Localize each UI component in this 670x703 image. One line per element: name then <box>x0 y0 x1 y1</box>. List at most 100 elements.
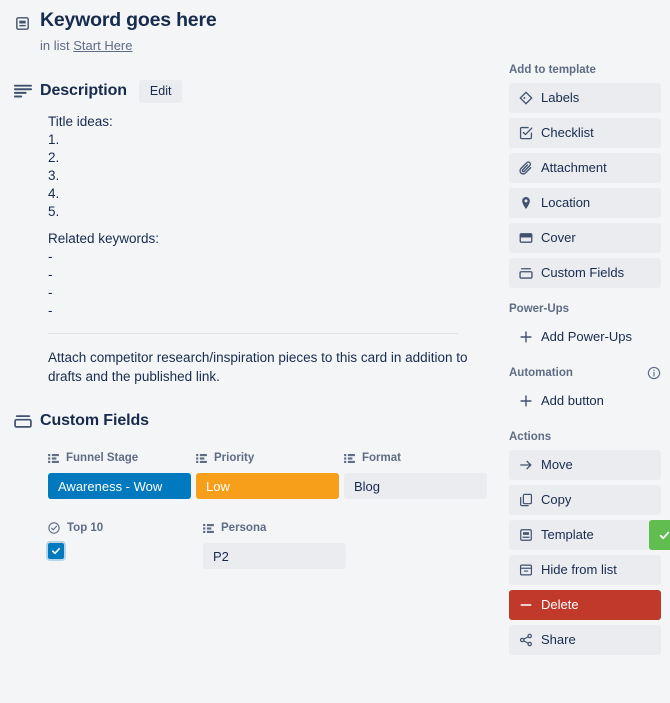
description-lines-icon <box>14 84 40 98</box>
sidebar-item-label: Move <box>541 457 573 472</box>
sidebar-item-template[interactable]: Template <box>509 520 670 550</box>
sidebar-item-label: Checklist <box>541 125 594 140</box>
sidebar-item-attachment[interactable]: Attachment <box>509 153 661 183</box>
sidebar-item-checklist[interactable]: Checklist <box>509 118 661 148</box>
custom-fields-title: Custom Fields <box>40 412 149 429</box>
description-body[interactable]: Title ideas: 1. 2. 3. 4. 5. Related keyw… <box>48 113 492 320</box>
sidebar-item-share[interactable]: Share <box>509 625 661 655</box>
custom-fields-icon <box>14 414 40 429</box>
sidebar-group-automation: Automation Add button <box>509 365 661 416</box>
sidebar-item-location[interactable]: Location <box>509 188 661 218</box>
description-line: Related keywords: <box>48 231 160 246</box>
description-line: 5. <box>48 204 60 219</box>
cover-image-icon <box>519 231 541 245</box>
custom-field-value[interactable]: Blog <box>344 473 487 499</box>
template-card-icon <box>519 528 541 542</box>
custom-field-priority: Priority Low <box>196 451 344 499</box>
template-card-icon <box>14 8 40 32</box>
custom-field-value[interactable]: P2 <box>203 543 346 569</box>
sidebar-item-label: Add Power-Ups <box>541 329 633 344</box>
sidebar-group-heading: Actions <box>509 429 661 445</box>
plus-icon <box>519 330 541 344</box>
custom-field-label: Persona <box>203 521 358 535</box>
sidebar-group-power-ups: Power-Ups Add Power-Ups <box>509 301 661 352</box>
custom-field-value[interactable]: Low <box>196 473 339 499</box>
description-line: - <box>48 249 53 264</box>
custom-field-label: Format <box>344 451 492 465</box>
description-line: 3. <box>48 168 60 183</box>
sidebar-heading-text: Add to template <box>509 64 596 76</box>
custom-field-label: Top 10 <box>48 521 203 535</box>
sidebar-item-label: Copy <box>541 492 572 507</box>
sidebar-group-add-to-template: Add to template Labels Checklist Attachm… <box>509 62 661 288</box>
description-header: Description Edit <box>14 78 492 104</box>
sidebar-item-add-button[interactable]: Add button <box>509 386 661 416</box>
description-line: - <box>48 303 53 318</box>
sidebar-item-label: Template <box>541 527 594 542</box>
description-line: - <box>48 267 53 282</box>
share-nodes-icon <box>519 633 541 647</box>
custom-field-label-text: Persona <box>221 522 267 534</box>
sidebar-item-add-power-ups[interactable]: Add Power-Ups <box>509 322 661 352</box>
sidebar-item-copy[interactable]: Copy <box>509 485 661 515</box>
card-detail-page: Keyword goes here in list Start Here Des… <box>0 0 670 703</box>
sidebar-item-label: Custom Fields <box>541 265 625 280</box>
custom-field-label: Funnel Stage <box>48 451 196 465</box>
sidebar-group-heading: Add to template <box>509 62 661 78</box>
sidebar-item-label: Share <box>541 632 576 647</box>
sidebar-group-heading: Power-Ups <box>509 301 661 317</box>
check-circle-icon <box>48 522 60 534</box>
info-circle-icon[interactable] <box>647 366 661 380</box>
custom-field-checkbox[interactable] <box>46 541 66 561</box>
description-line: 4. <box>48 186 60 201</box>
description-line: 1. <box>48 132 60 147</box>
custom-fields-grid: Funnel Stage Awareness - Wow Priority Lo… <box>46 451 492 569</box>
sidebar-item-delete[interactable]: Delete <box>509 590 661 620</box>
sidebar-item-labels[interactable]: Labels <box>509 83 661 113</box>
arrow-right-icon <box>519 458 541 472</box>
custom-field-label-text: Priority <box>214 452 255 464</box>
page-title: Keyword goes here <box>40 9 217 31</box>
sidebar-group-heading: Automation <box>509 365 661 381</box>
sidebar-item-label: Add button <box>541 393 604 408</box>
custom-field-format: Format Blog <box>344 451 492 499</box>
card-header: Keyword goes here in list Start Here <box>14 8 484 54</box>
custom-field-value[interactable]: Awareness - Wow <box>48 473 191 499</box>
archive-box-icon <box>519 563 541 577</box>
sidebar-item-hide-from-list[interactable]: Hide from list <box>509 555 661 585</box>
dropdown-list-icon <box>48 453 59 463</box>
list-name-link[interactable]: Start Here <box>73 38 132 53</box>
description-line: 2. <box>48 150 60 165</box>
sidebar-item-custom-fields[interactable]: Custom Fields <box>509 258 661 288</box>
sidebar-heading-text: Automation <box>509 367 573 379</box>
custom-fields-section: Custom Fields Funnel Stage Awareness - W… <box>14 408 492 569</box>
description-line: Title ideas: <box>48 114 113 129</box>
sidebar-item-move[interactable]: Move <box>509 450 661 480</box>
custom-field-label-text: Funnel Stage <box>66 452 139 464</box>
dropdown-list-icon <box>344 453 355 463</box>
custom-field-persona: Persona P2 <box>203 521 358 569</box>
custom-fields-icon <box>519 267 541 280</box>
edit-description-button[interactable]: Edit <box>138 79 183 103</box>
location-pin-icon <box>519 196 541 210</box>
minus-icon <box>519 598 541 612</box>
plus-icon <box>519 394 541 408</box>
checklist-icon <box>519 126 541 140</box>
custom-fields-header: Custom Fields <box>14 408 492 434</box>
dropdown-list-icon <box>196 453 207 463</box>
description-section: Description Edit Title ideas: 1. 2. 3. 4… <box>14 78 492 386</box>
label-tag-icon <box>519 91 541 105</box>
sidebar-item-cover[interactable]: Cover <box>509 223 661 253</box>
custom-field-label-text: Format <box>362 452 401 464</box>
sidebar-item-label: Delete <box>541 597 579 612</box>
sidebar-heading-text: Actions <box>509 431 552 443</box>
dropdown-list-icon <box>203 523 214 533</box>
sidebar-item-label: Hide from list <box>541 562 617 577</box>
divider <box>48 333 458 334</box>
template-enabled-check-icon[interactable] <box>649 520 670 550</box>
sidebar-item-label: Labels <box>541 90 580 105</box>
in-list-label: in list <box>40 38 70 53</box>
sidebar-item-label: Cover <box>541 230 576 245</box>
sidebar-item-label: Location <box>541 195 591 210</box>
